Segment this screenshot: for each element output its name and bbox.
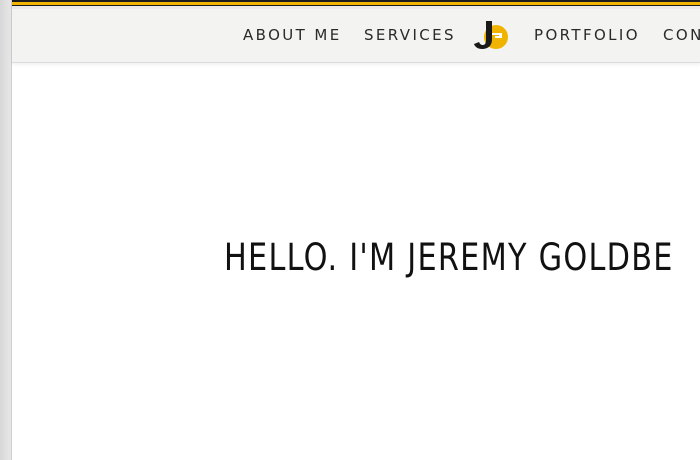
hero-heading: HELLO. I'M JEREMY GOLDBE [224, 236, 674, 279]
jg-logo-icon[interactable] [472, 19, 510, 51]
browser-left-edge [0, 0, 12, 460]
nav-about-me[interactable]: ABOUT ME [243, 26, 342, 44]
nav-portfolio[interactable]: PORTFOLIO [534, 26, 640, 44]
page: ABOUT ME SERVICES PORTFOLIO CONT HELLO. … [0, 0, 700, 460]
nav-services[interactable]: SERVICES [364, 26, 456, 44]
nav-contact[interactable]: CONT [663, 26, 700, 44]
site-header: ABOUT ME SERVICES PORTFOLIO CONT [12, 0, 700, 63]
header-accent-bar [12, 0, 700, 9]
